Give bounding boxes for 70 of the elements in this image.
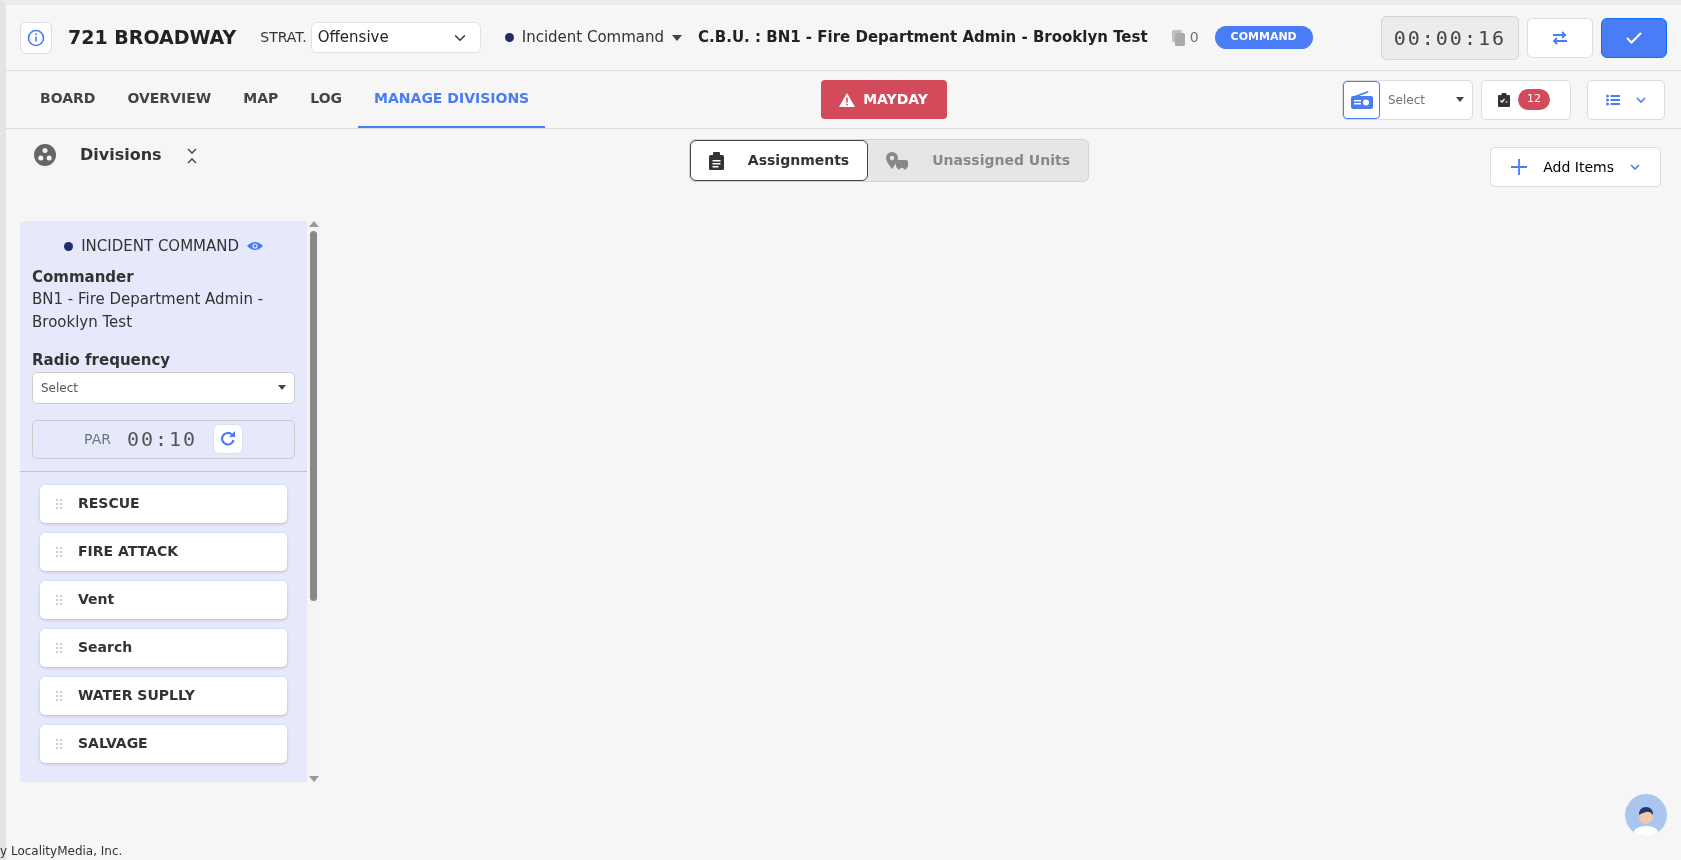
caret-icon — [1456, 97, 1464, 102]
division-item[interactable]: FIRE ATTACK — [40, 532, 288, 571]
scroll-up-icon — [308, 221, 319, 227]
checklist-button[interactable]: 12 — [1481, 79, 1571, 120]
radio-frequency-select[interactable]: Select — [32, 371, 296, 404]
chevron-icon — [1630, 164, 1640, 170]
radio-icon — [1350, 90, 1373, 109]
commander-label: Commander — [32, 266, 135, 288]
nav-tab[interactable]: MANAGE DIVISIONS — [358, 71, 546, 128]
location-car-icon — [886, 151, 909, 170]
refresh-button[interactable] — [213, 424, 244, 454]
drag-handle-icon — [56, 498, 62, 509]
command-badge: COMMAND — [1214, 26, 1313, 49]
drag-handle-icon — [56, 642, 62, 653]
adjust-button[interactable] — [1527, 17, 1593, 58]
strategy-select[interactable]: Offensive — [310, 22, 481, 53]
chevron-icon — [1636, 96, 1646, 103]
copy-icon — [1171, 29, 1186, 46]
division-item[interactable]: SALVAGE — [40, 724, 288, 763]
par-timer: 00:10 — [126, 426, 198, 453]
copies-count: 0 — [1189, 28, 1199, 47]
mayday-button[interactable]: MAYDAY — [820, 80, 947, 119]
eye-icon[interactable] — [247, 241, 264, 252]
check-icon — [1626, 32, 1642, 44]
nav-tab[interactable]: BOARD — [24, 71, 112, 128]
person-icon — [1631, 806, 1661, 836]
divisions-icon — [34, 144, 56, 166]
list-view-button[interactable] — [1587, 79, 1665, 120]
scrollbar[interactable] — [307, 221, 320, 782]
copyright-text: y LocalityMedia, Inc. — [0, 843, 123, 860]
radio-frequency-label: Radio frequency — [32, 350, 172, 371]
count-badge: 12 — [1518, 89, 1550, 110]
nav-tab[interactable]: OVERVIEW — [111, 71, 228, 128]
division-item[interactable]: Search — [40, 628, 288, 667]
caret-icon — [672, 34, 683, 41]
add-items-button[interactable]: Add Items — [1490, 147, 1661, 187]
scroll-down-icon — [308, 776, 319, 782]
collapse-icon — [185, 147, 198, 164]
swap-icon — [1552, 31, 1568, 45]
drag-handle-icon — [56, 594, 62, 605]
par-label: PAR — [84, 429, 111, 449]
clipboard-icon — [708, 151, 724, 170]
info-icon — [27, 28, 45, 47]
strategy-label: STRAT. — [260, 28, 307, 47]
drag-handle-icon — [56, 738, 62, 749]
plus-icon — [1511, 159, 1528, 175]
division-title: INCIDENT COMMAND — [81, 236, 240, 257]
divisions-title: Divisions — [80, 144, 162, 166]
drag-handle-icon — [56, 690, 62, 701]
nav-tab[interactable]: MAP — [227, 71, 295, 128]
clipboard-icon — [1498, 92, 1510, 107]
drag-handle-icon — [56, 546, 62, 557]
address-title: 721 BROADWAY — [68, 25, 237, 51]
role-dropdown[interactable]: Incident Command — [504, 26, 683, 49]
division-item[interactable]: Vent — [40, 580, 288, 619]
division-item[interactable]: RESCUE — [40, 484, 288, 523]
commander-name: BN1 - Fire Department Admin - Brooklyn Test — [32, 289, 265, 333]
unit-commander-text: C.B.U. : BN1 - Fire Department Admin - Brooklyn Test — [698, 27, 1148, 49]
nav-tab[interactable]: LOG — [294, 71, 359, 128]
assistant-avatar[interactable] — [1625, 794, 1667, 836]
division-item[interactable]: WATER SUPLLY — [40, 676, 288, 715]
refresh-icon — [220, 431, 237, 447]
elapsed-timer: 00:00:16 — [1380, 15, 1519, 60]
view-toggle-tab[interactable]: Assignments — [689, 140, 869, 181]
info-button[interactable] — [20, 21, 52, 54]
caret-icon — [278, 385, 287, 390]
list-icon — [1606, 93, 1620, 106]
confirm-button[interactable] — [1601, 17, 1667, 58]
radio-select[interactable]: Select — [1342, 79, 1473, 120]
warning-icon — [839, 92, 856, 107]
